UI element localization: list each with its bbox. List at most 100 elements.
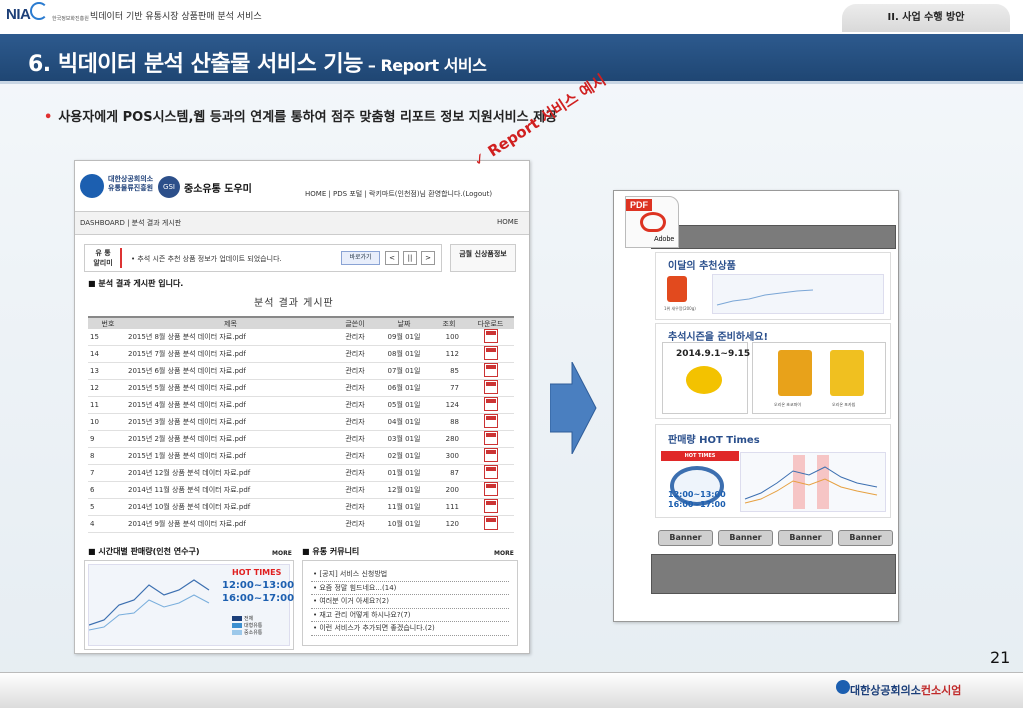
snack-caption: 오리온 포카칩 [832,402,856,407]
cell-title[interactable]: 2015년 8월 상품 분석 데이터 자료.pdf [128,329,333,346]
org-name-line2: 유통물류진흥원 [108,184,154,192]
cell-views: 100 [431,329,467,346]
adobe-swoosh-icon [640,212,666,232]
community-item[interactable]: [공지] 서비스 신청방법 [311,568,509,582]
cell-date: 06월 01일 [377,379,431,397]
banner-button[interactable]: Banner [658,530,713,546]
cell-title[interactable]: 2014년 11월 상품 분석 데이터 자료.pdf [128,481,333,499]
nia-logo-subtitle: 한국정보화진흥원 [52,16,89,22]
season-products-box [752,342,886,414]
legend-item: 전체 [232,616,262,623]
table-row[interactable]: 8 2015년 1월 상품 분석 데이터 자료.pdf 관리자 02월 01일 300 [88,447,514,465]
notice-pause-button[interactable]: || [403,251,417,265]
banner-button[interactable]: Banner [778,530,833,546]
breadcrumb[interactable]: DASHBOARD | 분석 결과 게시판 [80,218,181,228]
cell-author: 관리자 [333,396,377,414]
pdf-download-icon[interactable] [483,414,498,428]
community-more-link[interactable]: MORE [494,550,514,557]
cell-author: 관리자 [333,329,377,346]
community-item[interactable]: 여러분 이거 아세요?(2) [311,595,509,609]
cell-download [467,413,514,431]
cell-title[interactable]: 2015년 1월 상품 분석 데이터 자료.pdf [128,447,333,465]
notice-next-button[interactable]: > [421,251,435,265]
notice-text[interactable]: • 추석 시즌 추천 상품 정보가 업데이트 되었습니다. [131,254,282,264]
notice-separator [120,248,122,268]
cell-no: 9 [88,430,128,448]
table-row[interactable]: 15 2015년 8월 상품 분석 데이터 자료.pdf 관리자 09월 01일 100 [88,329,514,346]
cell-title[interactable]: 2014년 10월 상품 분석 데이터 자료.pdf [128,498,333,516]
banner-button[interactable]: Banner [838,530,893,546]
table-row[interactable]: 11 2015년 4월 상품 분석 데이터 자료.pdf 관리자 05월 01일 124 [88,396,514,414]
table-row[interactable]: 10 2015년 3월 상품 분석 데이터 자료.pdf 관리자 04월 01일 88 [88,413,514,431]
footer-logo-accent: 컨소시엄 [920,684,962,697]
cell-title[interactable]: 2015년 4월 상품 분석 데이터 자료.pdf [128,396,333,414]
cell-title[interactable]: 2015년 5월 상품 분석 데이터 자료.pdf [128,379,333,397]
cell-views: 280 [431,430,467,448]
bullet-text-content: 사용자에게 POS시스템,웹 등과의 연계를 통하여 점주 맞춤형 리포트 정보… [58,110,558,125]
cell-date: 08월 01일 [377,345,431,363]
pdf-download-icon[interactable] [483,499,498,513]
legend-label: 대형유통 [244,623,263,629]
cell-title[interactable]: 2015년 3월 상품 분석 데이터 자료.pdf [128,413,333,431]
portal-brand[interactable]: 중소유통 도우미 [184,180,252,195]
table-row[interactable]: 9 2015년 2월 상품 분석 데이터 자료.pdf 관리자 03월 01일 280 [88,430,514,448]
cell-author: 관리자 [333,515,377,533]
pdf-download-icon[interactable] [483,516,498,530]
cell-no: 6 [88,481,128,499]
cell-title[interactable]: 2014년 12월 상품 분석 데이터 자료.pdf [128,464,333,482]
hot-chart-svg [744,455,878,509]
portal-nav[interactable]: HOME | PDS 포털 | 락키마트(인천점)님 환영합니다.(Logout… [305,189,492,199]
pdf-download-icon[interactable] [483,397,498,411]
shortcut-button[interactable]: 바로가기 [341,251,380,265]
cell-no: 14 [88,345,128,363]
col-header: 조회 [431,316,467,329]
kcci-gear-icon [80,174,104,198]
pdf-download-icon[interactable] [483,465,498,479]
cell-title[interactable]: 2015년 6월 상품 분석 데이터 자료.pdf [128,362,333,380]
cell-title[interactable]: 2015년 7월 상품 분석 데이터 자료.pdf [128,345,333,363]
banner-button[interactable]: Banner [718,530,773,546]
pdf-download-icon[interactable] [483,380,498,394]
legend-item: 중소유통 [232,630,262,637]
table-row[interactable]: 7 2014년 12월 상품 분석 데이터 자료.pdf 관리자 01월 01일 87 [88,464,514,482]
cell-title[interactable]: 2014년 9월 상품 분석 데이터 자료.pdf [128,515,333,533]
notice-prev-button[interactable]: < [385,251,399,265]
new-products-box[interactable]: 금월 신상품정보 [450,244,516,272]
pdf-download-icon[interactable] [483,431,498,445]
report-footer-bar [651,554,896,594]
cell-views: 85 [431,362,467,380]
cell-author: 관리자 [333,447,377,465]
cell-date: 01월 01일 [377,464,431,482]
cell-no: 10 [88,413,128,431]
table-row[interactable]: 6 2014년 11월 상품 분석 데이터 자료.pdf 관리자 12월 01일 200 [88,481,514,499]
pdf-download-icon[interactable] [483,363,498,377]
cell-download [467,362,514,380]
pdf-download-icon[interactable] [483,346,498,360]
table-row[interactable]: 4 2014년 9월 상품 분석 데이터 자료.pdf 관리자 10월 01일 120 [88,515,514,533]
pdf-download-icon[interactable] [483,482,498,496]
right-arrow-shape [550,362,597,454]
slide-title: 6. 빅데이터 분석 산출물 서비스 기능 – Report 서비스 [28,46,487,78]
pdf-download-icon[interactable] [483,448,498,462]
cell-download [467,481,514,499]
table-row[interactable]: 12 2015년 5월 상품 분석 데이터 자료.pdf 관리자 06월 01일 77 [88,379,514,397]
community-item[interactable]: 이런 서비스가 추가되면 좋겠습니다.(2) [311,622,509,636]
cell-author: 관리자 [333,345,377,363]
sales-more-link[interactable]: MORE [272,550,292,557]
community-item[interactable]: 재고 관리 어떻게 하시나요?(7) [311,609,509,622]
notice-label: 유 통 알리미 [88,248,118,268]
cell-download [467,464,514,482]
community-item[interactable]: 요즘 정말 힘드네요...(14) [311,582,509,595]
home-link[interactable]: HOME [497,218,518,226]
table-row[interactable]: 13 2015년 6월 상품 분석 데이터 자료.pdf 관리자 07월 01일 85 [88,362,514,380]
cell-author: 관리자 [333,481,377,499]
table-row[interactable]: 14 2015년 7월 상품 분석 데이터 자료.pdf 관리자 08월 01일 112 [88,345,514,363]
pdf-download-icon[interactable] [483,329,498,343]
table-row[interactable]: 5 2014년 10월 상품 분석 데이터 자료.pdf 관리자 11월 01일 111 [88,498,514,516]
hot-times-label: HOT TIMES [232,568,282,577]
hot-time-1: 12:00~13:00 [222,580,295,591]
cell-date: 11월 01일 [377,498,431,516]
product-caption: 1위 새우깡(200g) [664,306,696,311]
cell-title[interactable]: 2015년 2월 상품 분석 데이터 자료.pdf [128,430,333,448]
col-header: 번호 [88,316,128,329]
